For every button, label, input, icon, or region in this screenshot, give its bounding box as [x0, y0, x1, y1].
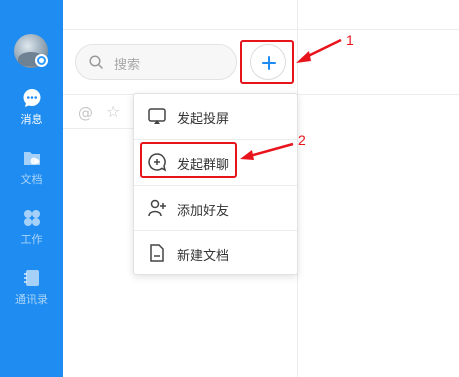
annotation-step-1: 1 — [346, 32, 354, 48]
arrow-2-shaft — [245, 142, 294, 159]
annotation-step-2: 2 — [298, 132, 306, 148]
arrow-2-head — [240, 150, 254, 160]
arrow-1-head — [296, 51, 311, 63]
annotation-arrows — [240, 38, 342, 160]
